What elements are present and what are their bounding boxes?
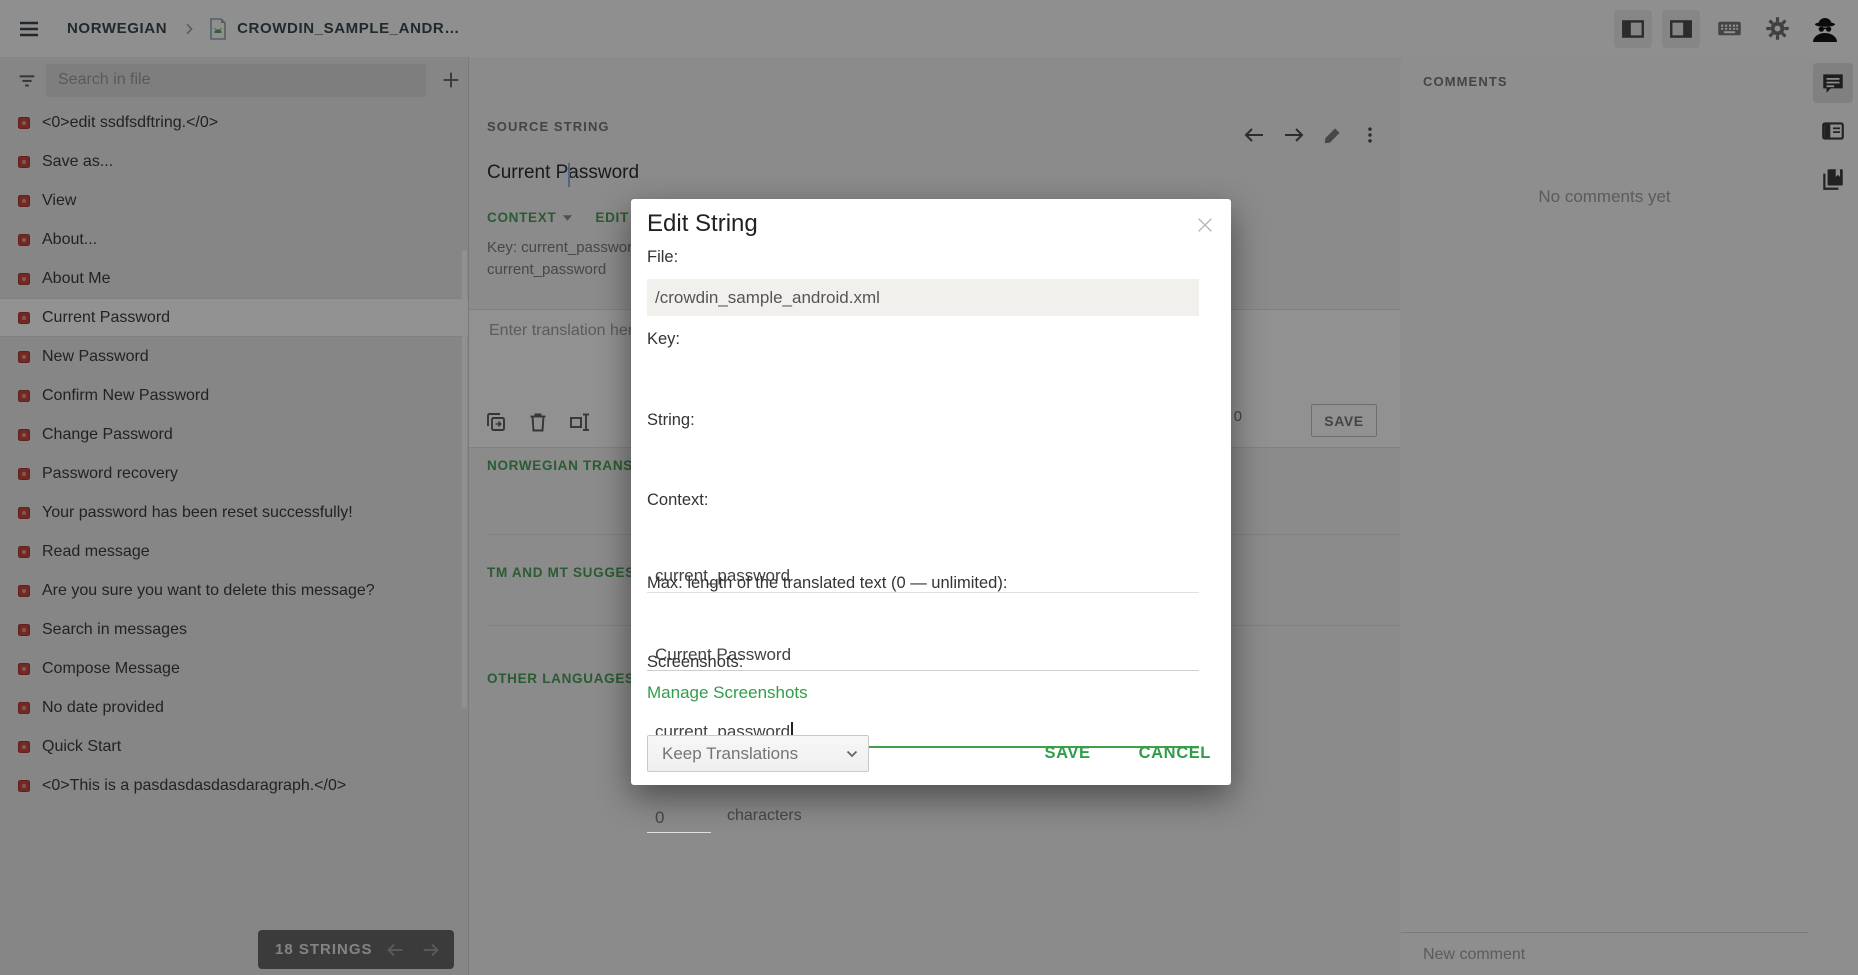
file-field[interactable] [647, 279, 1199, 316]
dialog-save-button[interactable]: SAVE [1043, 740, 1093, 767]
chevron-down-icon [846, 750, 858, 758]
context-label: Context: [647, 491, 708, 510]
dialog-title: Edit String [647, 210, 758, 238]
max-length-label: Max. length of the translated text (0 — … [647, 574, 1007, 593]
manage-screenshots-link[interactable]: Manage Screenshots [647, 683, 808, 703]
screenshots-label: Screenshots: [647, 653, 743, 672]
characters-label: characters [727, 807, 802, 825]
dialog-cancel-button[interactable]: CANCEL [1137, 740, 1213, 767]
file-label: File: [647, 248, 678, 267]
close-icon[interactable] [1193, 213, 1217, 237]
crowdin-editor: NORWEGIAN CROWDIN_SAMPLE_ANDR… [0, 0, 1858, 975]
max-length-field[interactable] [647, 802, 711, 833]
keep-translations-select[interactable]: Keep Translations [647, 735, 869, 772]
edit-string-dialog: Edit String File: Key: String: Context: … [631, 199, 1231, 785]
string-label: String: [647, 411, 695, 430]
key-label: Key: [647, 330, 680, 349]
